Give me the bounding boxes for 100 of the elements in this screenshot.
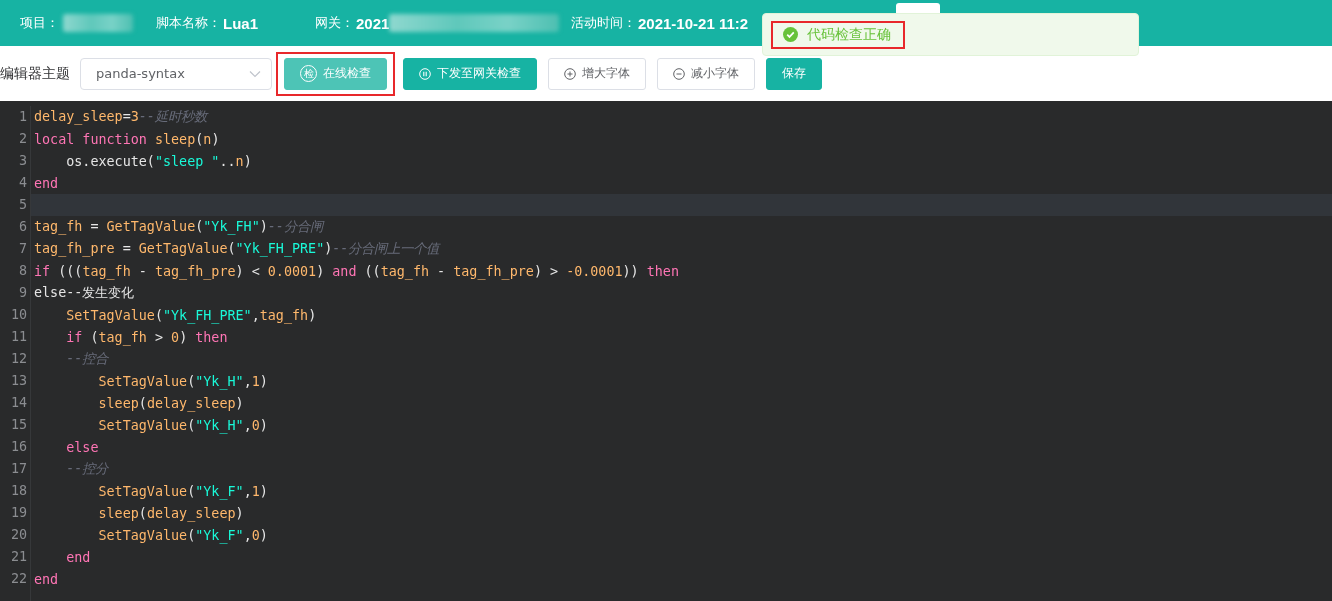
- code-text: ): [235, 505, 244, 521]
- code-text: ): [259, 483, 268, 499]
- identifier: tag_fh: [380, 263, 430, 279]
- string-literal: "Yk_H": [195, 373, 244, 389]
- identifier: tag_fh_pre: [154, 263, 236, 279]
- identifier: GetTagValue: [138, 241, 228, 256]
- keyword: then: [646, 263, 679, 279]
- code-text: (: [154, 307, 163, 323]
- string-literal: "Yk_FH": [203, 219, 260, 234]
- field-value: 2021: [356, 14, 390, 32]
- field-value: 2021-10-21 11:2: [638, 14, 749, 32]
- code-comment: --分合闸: [267, 219, 323, 234]
- code-text: (: [195, 219, 204, 234]
- keyword: else: [65, 439, 99, 455]
- code-text: ,: [243, 373, 252, 389]
- number-literal: 0.0001: [267, 263, 317, 279]
- code-text: os.execute(: [65, 153, 155, 169]
- keyword: and: [332, 263, 357, 279]
- string-literal: "Yk_FH_PRE": [235, 241, 325, 256]
- identifier: n: [203, 131, 212, 147]
- code-comment: --控合: [65, 351, 109, 366]
- minus-icon: [673, 67, 685, 80]
- code-editor[interactable]: [0, 101, 1332, 601]
- code-text: (: [138, 505, 147, 521]
- string-literal: "Yk_H": [195, 417, 244, 433]
- code-text: )): [622, 263, 640, 279]
- theme-label: 编辑器主题: [0, 64, 71, 83]
- code-text: -: [436, 263, 447, 279]
- code-text: ) <: [235, 263, 261, 279]
- identifier: GetTagValue: [106, 219, 196, 234]
- code-text: ..: [219, 153, 236, 169]
- field-label: 网关：: [315, 14, 354, 32]
- pause-icon: [419, 67, 431, 80]
- plus-icon: [564, 67, 576, 80]
- number-literal: 0: [171, 329, 180, 345]
- code-text: =: [122, 109, 131, 124]
- identifier: delay_sleep: [146, 395, 236, 411]
- keyword: if: [34, 263, 51, 279]
- string-literal: "sleep ": [154, 153, 220, 169]
- identifier: delay_sleep: [146, 505, 236, 521]
- code-text: ): [259, 219, 268, 234]
- code-text: (: [187, 483, 196, 499]
- toolbar-button[interactable]: 减小字体: [657, 57, 755, 90]
- number-literal: 1: [251, 483, 260, 499]
- code-text: ): [243, 153, 252, 169]
- identifier: delay_sleep: [34, 109, 123, 124]
- field-value: Lua1: [223, 14, 258, 32]
- identifier: tag_fh: [82, 263, 131, 279]
- code-comment: --分合闸上一个值: [332, 241, 440, 256]
- toast-text: 代码检查正确: [807, 25, 891, 44]
- code-text: ,: [243, 483, 252, 499]
- number-literal: 3: [130, 109, 139, 124]
- string-literal: "Yk_F": [195, 483, 244, 499]
- identifier: sleep: [97, 395, 139, 411]
- keyword: end: [65, 549, 91, 565]
- identifier: tag_fh_pre: [453, 263, 534, 279]
- keyword: local function: [34, 131, 147, 147]
- code-text: ): [235, 395, 244, 411]
- code-text: ): [324, 241, 333, 256]
- check-circle-icon: [783, 27, 798, 42]
- identifier: SetTagValue: [97, 483, 188, 499]
- number-literal: 0: [251, 417, 260, 433]
- toolbar-button[interactable]: 增大字体: [548, 57, 646, 90]
- string-literal: "Yk_FH_PRE": [163, 307, 252, 323]
- code-text: (: [187, 417, 196, 433]
- code-text: (: [187, 527, 196, 543]
- code-text: (: [187, 373, 196, 389]
- keyword: then: [195, 329, 228, 345]
- identifier: sleep: [97, 505, 139, 521]
- code-text: =: [121, 241, 132, 256]
- code-text: ,: [243, 527, 252, 543]
- code-comment: --控分: [65, 461, 109, 476]
- number-literal: 1: [251, 373, 260, 389]
- code-text: ): [316, 263, 326, 279]
- line-number: 5: [0, 194, 31, 216]
- identifier: SetTagValue: [97, 417, 188, 433]
- code-text: =: [89, 219, 100, 234]
- code-text: ): [259, 527, 268, 543]
- identifier: SetTagValue: [97, 527, 188, 543]
- field-label: 脚本名称：: [156, 14, 221, 32]
- code-text: ): [259, 373, 268, 389]
- code-text: ,: [243, 417, 252, 433]
- code-text: -: [137, 263, 148, 279]
- identifier: tag_fh: [98, 329, 147, 345]
- code-text: else--发生变化: [34, 285, 135, 300]
- code-text: (: [195, 131, 204, 147]
- code-text: ((: [363, 263, 381, 279]
- code-comment: --延时秒数: [138, 109, 207, 124]
- code-text: (: [138, 395, 147, 411]
- identifier: SetTagValue: [65, 307, 155, 323]
- field-label: 项目：: [20, 14, 59, 32]
- code-text: ): [211, 131, 220, 147]
- keyword: end: [34, 175, 59, 191]
- number-literal: -0.0001: [566, 263, 623, 279]
- chevron-down-icon: [249, 69, 261, 78]
- identifier: n: [235, 153, 244, 169]
- code-text: ): [179, 329, 189, 345]
- code-text: ) >: [533, 263, 560, 279]
- theme-select[interactable]: panda-syntax: [80, 57, 272, 90]
- identifier: tag_fh: [259, 307, 309, 323]
